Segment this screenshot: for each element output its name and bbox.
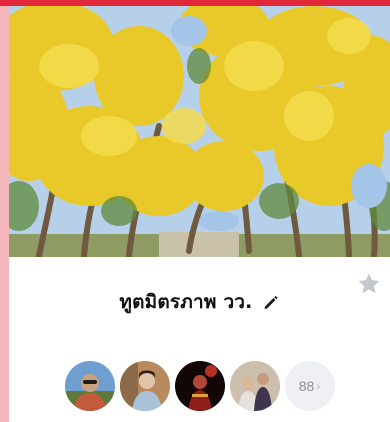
- cover-photo: [9, 6, 390, 257]
- member-avatar-couple-outdoor[interactable]: [229, 361, 280, 411]
- member-avatars: 88 ›: [9, 360, 390, 412]
- pencil-icon[interactable]: [262, 293, 280, 311]
- more-members-button[interactable]: 88 ›: [284, 361, 335, 411]
- member-avatar-person-red-light[interactable]: [174, 361, 225, 411]
- group-name-row: ทูตมิตรภาพ วว.: [9, 284, 390, 320]
- group-name: ทูตมิตรภาพ วว.: [119, 291, 253, 313]
- member-avatar-man-sunglasses[interactable]: [64, 361, 115, 411]
- more-members-count: 88: [298, 378, 315, 394]
- chevron-right-icon: ›: [316, 379, 321, 393]
- group-profile-card: ทูตมิตรภาพ วว. 88 ›: [9, 6, 390, 422]
- member-avatar-woman-indoor[interactable]: [119, 361, 170, 411]
